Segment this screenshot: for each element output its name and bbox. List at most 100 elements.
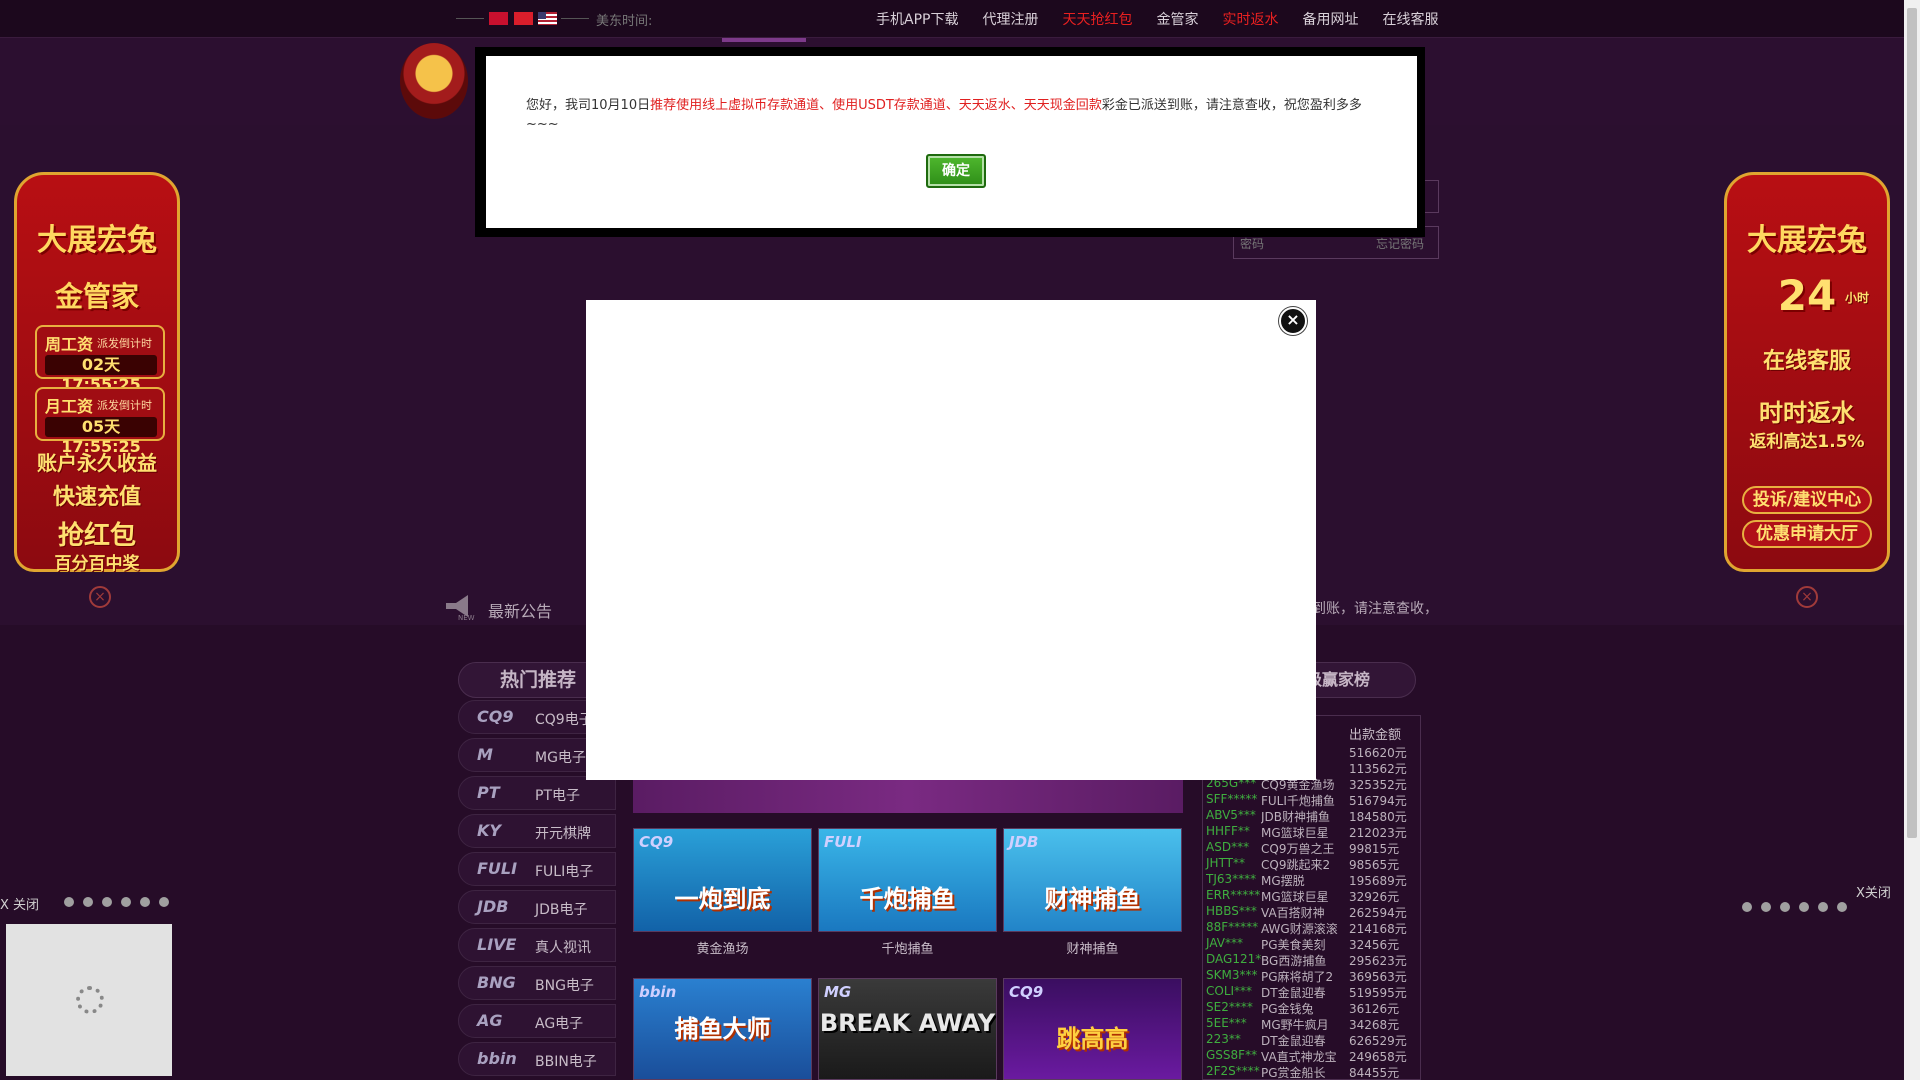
alert-message: 您好，我司10月10日推荐使用线上虚拟币存款通道、使用USDT存款通道、天天返水… [526,96,1386,134]
carousel-dot[interactable] [64,897,74,907]
category-pt[interactable]: PT PT电子 [458,776,616,810]
game-tile[interactable]: bbin 捕鱼大师 [633,978,812,1080]
close-icon[interactable]: × [1796,586,1818,608]
carousel-dot[interactable] [83,897,93,907]
permanent-earnings: 账户永久收益 [37,451,157,475]
logo[interactable] [400,43,468,119]
category-fuli[interactable]: FULI FULI电子 [458,852,616,886]
winner-amount: 98565元 [1349,858,1400,872]
china-flag-icon[interactable] [489,12,508,25]
forgot-password-link[interactable]: 忘记密码 [1376,235,1424,252]
winner-user: 5EE*** [1206,1016,1247,1030]
game-art-text: 财神捕鱼 [1044,885,1141,913]
close-icon[interactable]: × [1279,307,1307,335]
winner-game: PG麻将胡了2 [1261,970,1334,984]
game-caption[interactable]: 千炮捕鱼 [818,938,997,957]
scrollbar-thumb[interactable] [1907,8,1917,838]
carousel-dot[interactable] [1818,902,1828,912]
close-icon[interactable]: × [89,586,111,608]
game-art-text: 跳高高 [1056,1025,1129,1053]
game-thumbnail[interactable]: bbin 捕鱼大师 [633,978,812,1080]
game-tile[interactable]: CQ9 跳高高 [1003,978,1182,1080]
us-flag-icon[interactable] [538,12,557,25]
promo-banner[interactable] [633,778,1183,813]
category-ag[interactable]: AG AG电子 [458,1004,616,1038]
carousel-dot[interactable] [102,897,112,907]
amount-header: 出款金额 [1349,728,1402,743]
nav-app-download[interactable]: 手机APP下载 [876,9,958,29]
left-float-ad[interactable] [6,924,172,1076]
winner-amount: 84455元 [1349,1066,1400,1080]
carousel-dot[interactable] [1742,902,1752,912]
winner-game: PG美食美刻 [1261,938,1326,952]
carousel-dot[interactable] [1799,902,1809,912]
winner-amount: 195689元 [1349,874,1407,888]
nav-agent-register[interactable]: 代理注册 [982,9,1038,29]
game-caption[interactable]: 财神捕鱼 [1003,938,1182,957]
left-float-banner[interactable]: 大展宏兔 金管家 周工资 派发倒计时 02天17:55:25 月工资 派发倒计时… [2,150,192,608]
nav-red-packet[interactable]: 天天抢红包 [1062,9,1132,29]
category-bng[interactable]: BNG BNG电子 [458,966,616,1000]
complaint-center-button[interactable]: 投诉/建议中心 [1742,486,1872,514]
game-thumbnail[interactable]: CQ9 一炮到底 [633,828,812,932]
nav-rebate[interactable]: 实时返水 [1222,9,1278,29]
hongkong-flag-icon[interactable] [514,12,533,25]
red-packet-button[interactable]: 抢红包 [17,515,177,552]
winner-amount: 214168元 [1349,922,1407,936]
nav-online-service[interactable]: 在线客服 [1382,9,1438,29]
red-packet-sub: 百分百中奖 [54,554,140,574]
game-tile[interactable]: JDB 财神捕鱼 财神捕鱼 [1003,828,1182,957]
nav-butler[interactable]: 金管家 [1156,9,1198,29]
nav-backup-url[interactable]: 备用网址 [1302,9,1358,29]
game-tile[interactable]: FULI 千炮捕鱼 千炮捕鱼 [818,828,997,957]
game-caption[interactable]: 黄金渔场 [633,938,812,957]
game-tile[interactable]: CQ9 一炮到底 黄金渔场 [633,828,812,957]
monthly-sub: 派发倒计时 [97,399,152,412]
banner-title: 大展宏兔 [37,223,157,258]
game-thumbnail[interactable]: JDB 财神捕鱼 [1003,828,1182,932]
carousel-dot[interactable] [1837,902,1847,912]
alert-dialog: 您好，我司10月10日推荐使用线上虚拟币存款通道、使用USDT存款通道、天天返水… [486,56,1417,228]
pt-icon: PT [477,783,500,802]
right-carousel-dots[interactable] [1742,902,1847,912]
game-thumbnail[interactable]: MG BREAK AWAY [818,978,997,1080]
carousel-dot[interactable] [159,897,169,907]
winner-amount: 369563元 [1349,970,1407,984]
brand-label: CQ9 [639,833,674,851]
winner-amount: 295623元 [1349,954,1407,968]
category-label: PT电子 [535,788,580,804]
confirm-button[interactable]: 确定 [926,154,986,188]
banner-title: 大展宏兔 [1747,223,1867,258]
carousel-dot[interactable] [121,897,131,907]
game-thumbnail[interactable]: FULI 千炮捕鱼 [818,828,997,932]
page-scrollbar[interactable] [1904,0,1920,1080]
carousel-dot[interactable] [1761,902,1771,912]
winner-game: DT金鼠迎春 [1261,1034,1326,1048]
winner-game: VA百搭财神 [1261,906,1325,920]
notice-marquee[interactable]: 到账，请注意查收， [1312,598,1438,618]
us-time-label: 美东时间: [596,14,653,29]
password-placeholder: 密码 [1240,237,1265,251]
game-tile[interactable]: MG BREAK AWAY [818,978,997,1080]
winner-game: DT金鼠迎春 [1261,986,1326,1000]
left-carousel-dots[interactable] [64,897,169,907]
left-float-close[interactable]: X 关闭 [0,894,39,913]
winner-user: 223** [1206,1032,1241,1046]
top-bar: 美东时间: 手机APP下载 代理注册 天天抢红包 金管家 实时返水 备用网址 在… [0,0,1904,38]
right-float-close[interactable]: X关闭 [1856,882,1891,901]
winner-amount: 519595元 [1349,986,1407,1000]
category-bbin[interactable]: bbin BBIN电子 [458,1042,616,1076]
category-kaiyuan[interactable]: KY 开元棋牌 [458,814,616,848]
category-jdb[interactable]: JDB JDB电子 [458,890,616,924]
category-label: JDB电子 [535,902,588,918]
winner-game: VA直式神龙宝 [1261,1050,1337,1064]
winner-user: COLI*** [1206,984,1253,998]
quick-recharge-button[interactable]: 快速充值 [17,479,177,511]
carousel-dot[interactable] [140,897,150,907]
winner-row: GSS8F** VA直式神龙宝 249658元 [1203,1048,1420,1064]
game-thumbnail[interactable]: CQ9 跳高高 [1003,978,1182,1080]
category-live[interactable]: LIVE 真人视讯 [458,928,616,962]
offer-hall-button[interactable]: 优惠申请大厅 [1742,520,1872,548]
right-float-banner[interactable]: 大展宏兔 24 小时 在线客服 时时返水 返利高达1.5% 投诉/建议中心 优惠… [1712,150,1902,608]
carousel-dot[interactable] [1780,902,1790,912]
